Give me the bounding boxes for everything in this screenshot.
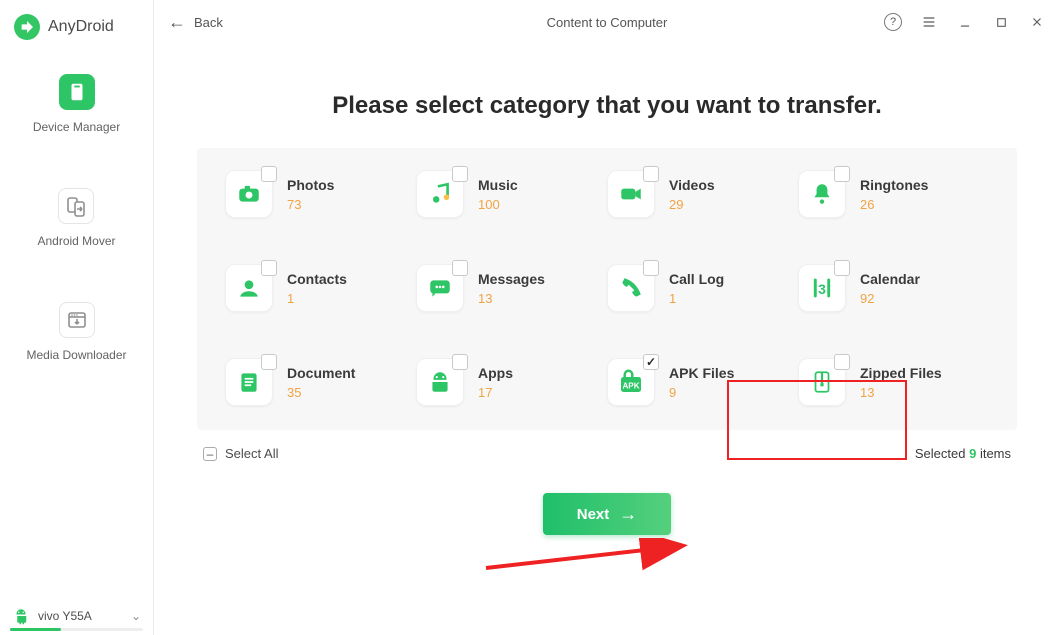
category-checkbox[interactable] xyxy=(643,260,659,276)
sidebar-item-label: Device Manager xyxy=(33,120,120,134)
category-count: 35 xyxy=(287,385,355,400)
category-count: 92 xyxy=(860,291,920,306)
selection-bar: Select All Selected 9 items xyxy=(197,442,1017,465)
next-button[interactable]: Next → xyxy=(543,493,672,535)
bell-icon xyxy=(798,170,846,218)
category-checkbox[interactable] xyxy=(834,260,850,276)
android-icon xyxy=(12,607,30,625)
maximize-button[interactable] xyxy=(992,13,1010,31)
category-messages[interactable]: Messages 13 xyxy=(416,264,607,312)
zip-icon xyxy=(798,358,846,406)
minimize-button[interactable] xyxy=(956,13,974,31)
apk-icon: APK xyxy=(607,358,655,406)
svg-text:3: 3 xyxy=(818,281,826,297)
android-icon xyxy=(416,358,464,406)
sidebar-item-media-downloader[interactable]: Media Downloader xyxy=(26,302,126,362)
main: ← Back Content to Computer ? xyxy=(154,0,1060,635)
category-document[interactable]: Document 35 xyxy=(225,358,416,406)
back-arrow-icon: ← xyxy=(168,13,186,31)
chevron-down-icon: ⌄ xyxy=(131,609,141,623)
android-mover-icon xyxy=(58,188,94,224)
category-ringtones[interactable]: Ringtones 26 xyxy=(798,170,989,218)
selected-count: Selected 9 items xyxy=(915,446,1011,461)
category-checkbox[interactable] xyxy=(643,166,659,182)
category-contacts[interactable]: Contacts 1 xyxy=(225,264,416,312)
category-photos[interactable]: Photos 73 xyxy=(225,170,416,218)
camera-icon xyxy=(225,170,273,218)
category-count: 9 xyxy=(669,385,734,400)
close-button[interactable] xyxy=(1028,13,1046,31)
brand: AnyDroid xyxy=(0,0,153,50)
category-checkbox[interactable] xyxy=(452,260,468,276)
category-checkbox[interactable] xyxy=(261,260,277,276)
category-checkbox[interactable] xyxy=(261,166,277,182)
category-count: 1 xyxy=(669,291,724,306)
category-name: Photos xyxy=(287,177,334,193)
video-icon xyxy=(607,170,655,218)
category-checkbox[interactable] xyxy=(452,166,468,182)
category-name: Call Log xyxy=(669,271,724,287)
brand-name: AnyDroid xyxy=(48,18,114,36)
next-label: Next xyxy=(577,506,610,523)
message-icon xyxy=(416,264,464,312)
category-music[interactable]: Music 100 xyxy=(416,170,607,218)
category-apps[interactable]: Apps 17 xyxy=(416,358,607,406)
category-name: Contacts xyxy=(287,271,347,287)
category-count: 26 xyxy=(860,197,928,212)
menu-button[interactable] xyxy=(920,13,938,31)
category-checkbox[interactable] xyxy=(834,166,850,182)
category-name: Messages xyxy=(478,271,545,287)
select-all-checkbox[interactable] xyxy=(203,447,217,461)
svg-text:APK: APK xyxy=(622,381,639,390)
category-count: 1 xyxy=(287,291,347,306)
device-storage-bar xyxy=(10,628,143,631)
media-downloader-icon xyxy=(59,302,95,338)
brand-logo-icon xyxy=(14,14,40,40)
category-name: APK Files xyxy=(669,365,734,381)
category-count: 17 xyxy=(478,385,513,400)
category-calendar[interactable]: 3 Calendar 92 xyxy=(798,264,989,312)
back-button[interactable]: ← Back xyxy=(168,13,223,31)
sidebar-item-label: Media Downloader xyxy=(26,348,126,362)
document-icon xyxy=(225,358,273,406)
help-button[interactable]: ? xyxy=(884,13,902,31)
category-checkbox[interactable] xyxy=(643,354,659,370)
category-panel: Photos 73 Music 100 Videos 29 Ringtones … xyxy=(197,148,1017,430)
sidebar: AnyDroid Device Manager Android Mover Me… xyxy=(0,0,154,635)
category-count: 13 xyxy=(860,385,942,400)
category-name: Ringtones xyxy=(860,177,928,193)
sidebar-item-device-manager[interactable]: Device Manager xyxy=(33,74,120,134)
category-name: Zipped Files xyxy=(860,365,942,381)
device-manager-icon xyxy=(59,74,95,110)
category-checkbox[interactable] xyxy=(261,354,277,370)
category-count: 73 xyxy=(287,197,334,212)
device-name: vivo Y55A xyxy=(38,609,123,623)
category-count: 100 xyxy=(478,197,518,212)
category-checkbox[interactable] xyxy=(452,354,468,370)
phone-icon xyxy=(607,264,655,312)
category-apkfiles[interactable]: APK APK Files 9 xyxy=(607,358,798,406)
category-calllog[interactable]: Call Log 1 xyxy=(607,264,798,312)
category-name: Apps xyxy=(478,365,513,381)
category-name: Videos xyxy=(669,177,715,193)
select-all-label[interactable]: Select All xyxy=(225,446,278,461)
sidebar-item-android-mover[interactable]: Android Mover xyxy=(37,188,115,248)
contact-icon xyxy=(225,264,273,312)
category-count: 13 xyxy=(478,291,545,306)
arrow-right-icon: → xyxy=(619,504,637,525)
page-headline: Please select category that you want to … xyxy=(332,92,882,120)
category-name: Document xyxy=(287,365,355,381)
back-label: Back xyxy=(194,15,223,30)
calendar-icon: 3 xyxy=(798,264,846,312)
category-name: Music xyxy=(478,177,518,193)
category-checkbox[interactable] xyxy=(834,354,850,370)
category-videos[interactable]: Videos 29 xyxy=(607,170,798,218)
sidebar-item-label: Android Mover xyxy=(37,234,115,248)
titlebar: ← Back Content to Computer ? xyxy=(154,0,1060,44)
category-zipped[interactable]: Zipped Files 13 xyxy=(798,358,989,406)
category-name: Calendar xyxy=(860,271,920,287)
music-icon xyxy=(416,170,464,218)
category-count: 29 xyxy=(669,197,715,212)
